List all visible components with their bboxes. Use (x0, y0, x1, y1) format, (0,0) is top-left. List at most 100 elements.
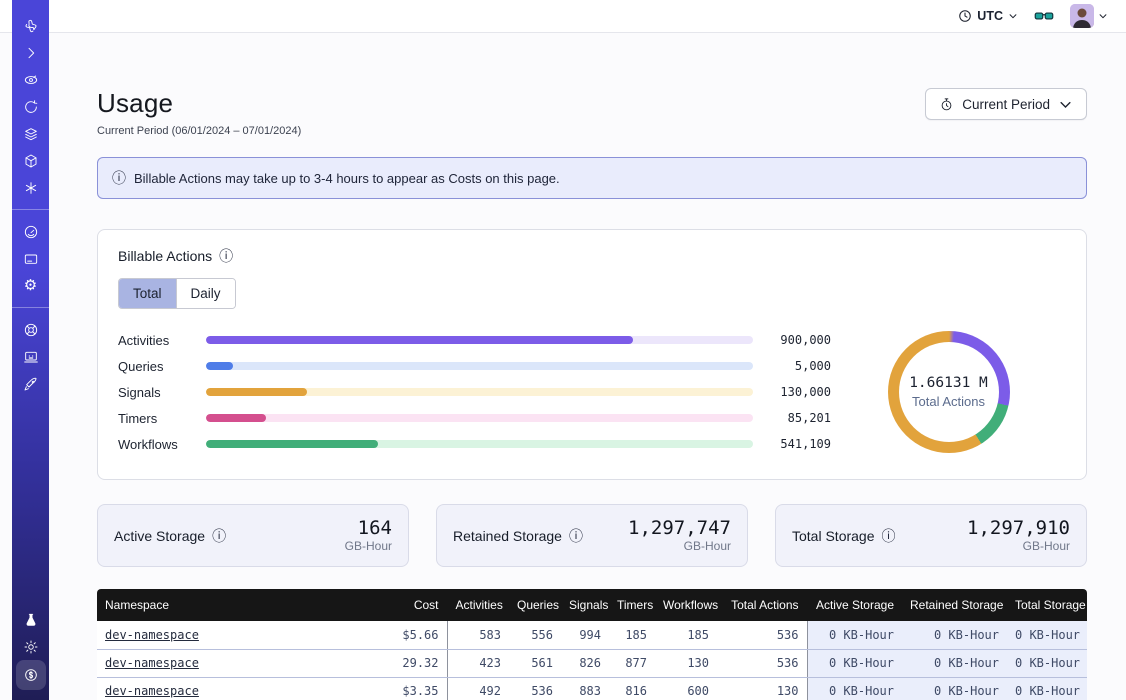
temporal-logo-icon[interactable] (17, 12, 45, 39)
bar-track (206, 362, 753, 370)
table-cell: 561 (509, 649, 561, 677)
asterisk-icon[interactable] (17, 174, 45, 201)
gear-icon[interactable]: ⚙ (17, 272, 45, 299)
monitor-icon[interactable] (17, 343, 45, 370)
layers-icon[interactable] (17, 120, 45, 147)
table-cell: 0 KB-Hour (902, 677, 1007, 700)
table-cell: 583 (447, 621, 509, 649)
bar-label: Queries (118, 359, 206, 374)
topbar: UTC (0, 0, 1126, 33)
table-cell: 0 KB-Hour (807, 677, 902, 700)
namespace-link[interactable]: dev-namespace (105, 656, 199, 670)
sun-icon[interactable] (17, 633, 45, 660)
flask-icon[interactable] (17, 606, 45, 633)
clock-icon (958, 9, 972, 23)
table-cell: 536 (717, 649, 807, 677)
chevron-down-icon (1098, 11, 1108, 21)
active-storage-value: 164 (345, 518, 392, 539)
total-storage-value: 1,297,910 (967, 518, 1070, 539)
namespace-cell: dev-namespace (97, 649, 317, 677)
table-cell: 877 (609, 649, 655, 677)
table-row: dev-namespace29.324235618268771305360 KB… (97, 649, 1087, 677)
column-header-signals: Signals (561, 589, 609, 621)
column-header-timers: Timers (609, 589, 655, 621)
table-cell: 0 KB-Hour (902, 621, 1007, 649)
table-cell: 536 (717, 621, 807, 649)
gauge-icon[interactable] (17, 218, 45, 245)
bar-fill (206, 362, 233, 370)
info-icon[interactable]: ⓘ (569, 529, 583, 543)
table-cell: 130 (655, 649, 717, 677)
bar-value: 85,201 (753, 411, 831, 425)
bar-value: 130,000 (753, 385, 831, 399)
lifebuoy-icon[interactable] (17, 316, 45, 343)
table-cell: 130 (717, 677, 807, 700)
table-cell: 492 (447, 677, 509, 700)
table-cell: 994 (561, 621, 609, 649)
namespace-cell: dev-namespace (97, 621, 317, 649)
eye-icon[interactable] (17, 66, 45, 93)
info-banner: ⓘ Billable Actions may take up to 3-4 ho… (97, 157, 1087, 199)
credit-card-icon[interactable] (17, 245, 45, 272)
bar-value: 541,109 (753, 437, 831, 451)
table-row: dev-namespace$3.354925368838166001300 KB… (97, 677, 1087, 700)
tab-daily[interactable]: Daily (176, 279, 235, 308)
column-header-active-storage: Active Storage (807, 589, 902, 621)
bar-track (206, 414, 753, 422)
dollar-coin-icon[interactable] (16, 660, 46, 690)
page-title: Usage (97, 88, 301, 119)
table-cell: 0 KB-Hour (807, 649, 902, 677)
sidebar-divider (12, 209, 49, 210)
column-header-cost: Cost (317, 589, 447, 621)
bar-label: Signals (118, 385, 206, 400)
chevron-right-icon[interactable] (17, 39, 45, 66)
rocket-icon[interactable] (17, 370, 45, 397)
bar-label: Timers (118, 411, 206, 426)
bar-track (206, 388, 753, 396)
main-content: Usage Current Period (06/01/2024 – 07/01… (49, 33, 1126, 700)
billable-actions-card: Billable Actions ⓘ Total Daily Activitie… (97, 229, 1087, 480)
user-menu[interactable] (1070, 4, 1108, 28)
table-cell: $5.66 (317, 621, 447, 649)
table-cell: 0 KB-Hour (1007, 621, 1087, 649)
timezone-label: UTC (977, 9, 1003, 23)
timezone-selector[interactable]: UTC (958, 9, 1018, 23)
column-header-namespace: Namespace (97, 589, 317, 621)
history-arrow-icon[interactable] (17, 93, 45, 120)
info-icon[interactable]: ⓘ (882, 529, 896, 543)
table-cell: 0 KB-Hour (902, 649, 1007, 677)
active-storage-unit: GB-Hour (345, 539, 392, 553)
total-actions-donut-chart: 1.66131 M Total Actions (888, 331, 1010, 453)
column-header-total-storage: Total Storage (1007, 589, 1087, 621)
period-dropdown-button[interactable]: Current Period (925, 88, 1087, 120)
total-storage-unit: GB-Hour (967, 539, 1070, 553)
bar-row-queries: Queries5,000 (118, 353, 831, 379)
glasses-icon[interactable] (1034, 6, 1054, 26)
tab-total[interactable]: Total (119, 279, 176, 308)
table-cell: 0 KB-Hour (807, 621, 902, 649)
column-header-workflows: Workflows (655, 589, 717, 621)
table-cell: 816 (609, 677, 655, 700)
active-storage-card: Active Storage ⓘ 164 GB-Hour (97, 504, 409, 567)
chevron-down-icon (1058, 97, 1073, 112)
bar-label: Workflows (118, 437, 206, 452)
info-icon[interactable]: ⓘ (219, 249, 233, 263)
table-row: dev-namespace$5.665835569941851855360 KB… (97, 621, 1087, 649)
column-header-total-actions: Total Actions (717, 589, 807, 621)
table-cell: 423 (447, 649, 509, 677)
stopwatch-icon (939, 97, 954, 112)
page-subtitle: Current Period (06/01/2024 – 07/01/2024) (97, 125, 301, 137)
cube-icon[interactable] (17, 147, 45, 174)
sidebar: ⚙ (12, 0, 49, 700)
billable-actions-bar-chart: Activities900,000Queries5,000Signals130,… (118, 327, 831, 457)
retained-storage-label: Retained Storage (453, 528, 562, 544)
info-icon[interactable]: ⓘ (212, 529, 226, 543)
namespace-link[interactable]: dev-namespace (105, 684, 199, 698)
column-header-retained-storage: Retained Storage (902, 589, 1007, 621)
active-storage-label: Active Storage (114, 528, 205, 544)
table-cell: 185 (609, 621, 655, 649)
bar-row-signals: Signals 130,000 (118, 379, 831, 405)
table-cell: 29.32 (317, 649, 447, 677)
bar-track (206, 440, 753, 448)
namespace-link[interactable]: dev-namespace (105, 628, 199, 642)
